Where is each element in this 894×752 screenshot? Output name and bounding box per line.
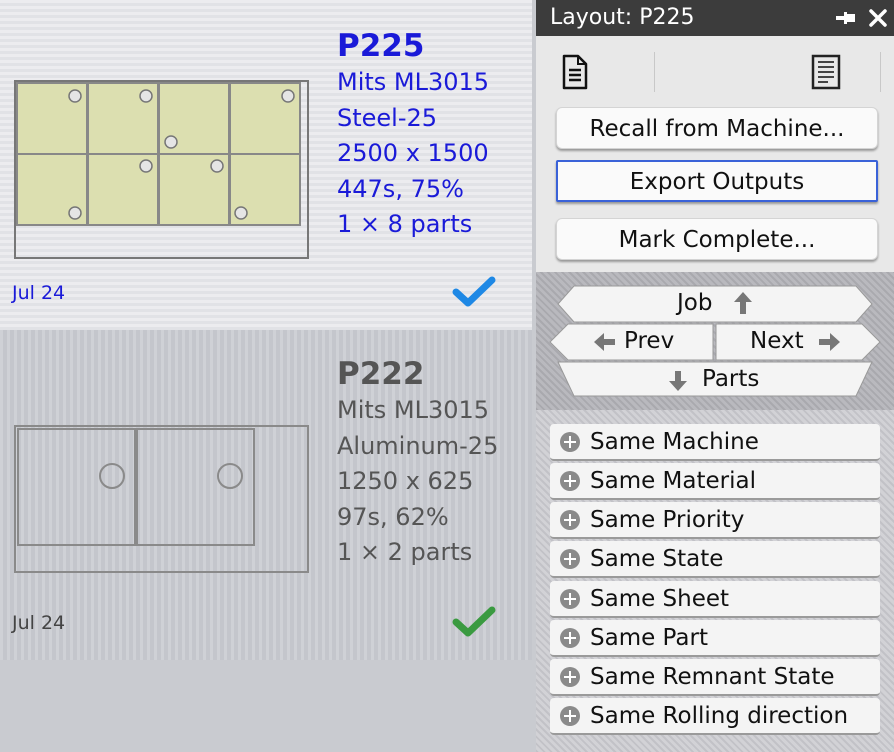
plus-circle-icon bbox=[560, 471, 580, 491]
toolbar-separator bbox=[654, 52, 655, 92]
filter-same-sheet[interactable]: Same Sheet bbox=[550, 581, 880, 618]
mark-complete-button[interactable]: Mark Complete... bbox=[556, 218, 878, 260]
nav-prev-label: Prev bbox=[624, 328, 675, 354]
time-utilization: 447s, 75% bbox=[337, 174, 464, 203]
navigation-pad: Job Prev Next Parts bbox=[536, 272, 894, 410]
layout-card-p222[interactable]: P222 Mits ML3015 Aluminum-25 1250 x 625 … bbox=[0, 330, 532, 660]
panel-titlebar: Layout: P225 bbox=[536, 0, 894, 36]
plus-circle-icon bbox=[560, 549, 580, 569]
material-name: Steel-25 bbox=[337, 103, 438, 132]
plus-circle-icon bbox=[560, 667, 580, 687]
document-icon[interactable] bbox=[560, 54, 590, 90]
parts-count: 1 × 8 parts bbox=[337, 210, 473, 238]
checkmark-icon bbox=[452, 276, 496, 307]
parts-count: 1 × 2 parts bbox=[337, 538, 473, 566]
layout-panel: Layout: P225 Recall from Machine... Expo… bbox=[536, 0, 894, 752]
pin-icon[interactable] bbox=[834, 6, 858, 30]
panel-title: Layout: P225 bbox=[550, 5, 695, 30]
filter-same-state[interactable]: Same State bbox=[550, 541, 880, 578]
layout-date: Jul 24 bbox=[12, 612, 66, 634]
export-outputs-button[interactable]: Export Outputs bbox=[556, 160, 878, 202]
filter-label: Same Sheet bbox=[590, 586, 730, 612]
filter-label: Same Part bbox=[590, 625, 708, 651]
plus-circle-icon bbox=[560, 510, 580, 530]
filter-list: Same Machine Same Material Same Priority… bbox=[536, 410, 894, 752]
nav-parts-label: Parts bbox=[702, 366, 760, 392]
machine-name: Mits ML3015 bbox=[337, 68, 490, 96]
layout-name: P225 bbox=[337, 28, 425, 64]
filter-same-rolling-direction[interactable]: Same Rolling direction bbox=[550, 698, 880, 735]
nav-next-label: Next bbox=[750, 328, 804, 354]
time-utilization: 97s, 62% bbox=[337, 502, 449, 531]
filter-label: Same Priority bbox=[590, 507, 745, 533]
nest-thumbnail bbox=[14, 425, 309, 573]
panel-actions: Recall from Machine... Export Outputs Ma… bbox=[536, 36, 894, 272]
layout-list: P225 Mits ML3015 Steel-25 2500 x 1500 44… bbox=[0, 0, 536, 752]
filter-label: Same Machine bbox=[590, 429, 759, 455]
filter-label: Same Remnant State bbox=[590, 664, 835, 690]
filter-same-part[interactable]: Same Part bbox=[550, 620, 880, 657]
close-icon[interactable] bbox=[866, 6, 890, 30]
report-icon[interactable] bbox=[810, 54, 842, 90]
nest-thumbnail bbox=[14, 80, 309, 259]
sheet-size: 1250 x 625 bbox=[337, 467, 474, 495]
filter-label: Same Material bbox=[590, 468, 756, 494]
filter-label: Same State bbox=[590, 546, 724, 572]
checkmark-icon bbox=[452, 606, 496, 637]
layout-card-p225[interactable]: P225 Mits ML3015 Steel-25 2500 x 1500 44… bbox=[0, 0, 532, 330]
layout-info: P225 Mits ML3015 Steel-25 2500 x 1500 44… bbox=[337, 27, 489, 243]
plus-circle-icon bbox=[560, 432, 580, 452]
recall-from-machine-button[interactable]: Recall from Machine... bbox=[556, 107, 878, 149]
layout-date: Jul 24 bbox=[12, 282, 66, 304]
layout-info: P222 Mits ML3015 Aluminum-25 1250 x 625 … bbox=[337, 355, 498, 571]
filter-same-remnant-state[interactable]: Same Remnant State bbox=[550, 659, 880, 696]
nav-job-label: Job bbox=[677, 290, 713, 316]
filter-label: Same Rolling direction bbox=[590, 703, 849, 729]
list-empty-area bbox=[0, 660, 532, 752]
plus-circle-icon bbox=[560, 589, 580, 609]
material-name: Aluminum-25 bbox=[337, 431, 499, 460]
plus-circle-icon bbox=[560, 628, 580, 648]
filter-same-machine[interactable]: Same Machine bbox=[550, 424, 880, 461]
toolbar-separator bbox=[880, 52, 881, 92]
nav-job-button[interactable] bbox=[557, 285, 873, 323]
sheet-size: 2500 x 1500 bbox=[337, 139, 489, 167]
machine-name: Mits ML3015 bbox=[337, 396, 490, 424]
filter-same-priority[interactable]: Same Priority bbox=[550, 502, 880, 539]
filter-same-material[interactable]: Same Material bbox=[550, 463, 880, 500]
plus-circle-icon bbox=[560, 706, 580, 726]
layout-name: P222 bbox=[337, 356, 425, 392]
